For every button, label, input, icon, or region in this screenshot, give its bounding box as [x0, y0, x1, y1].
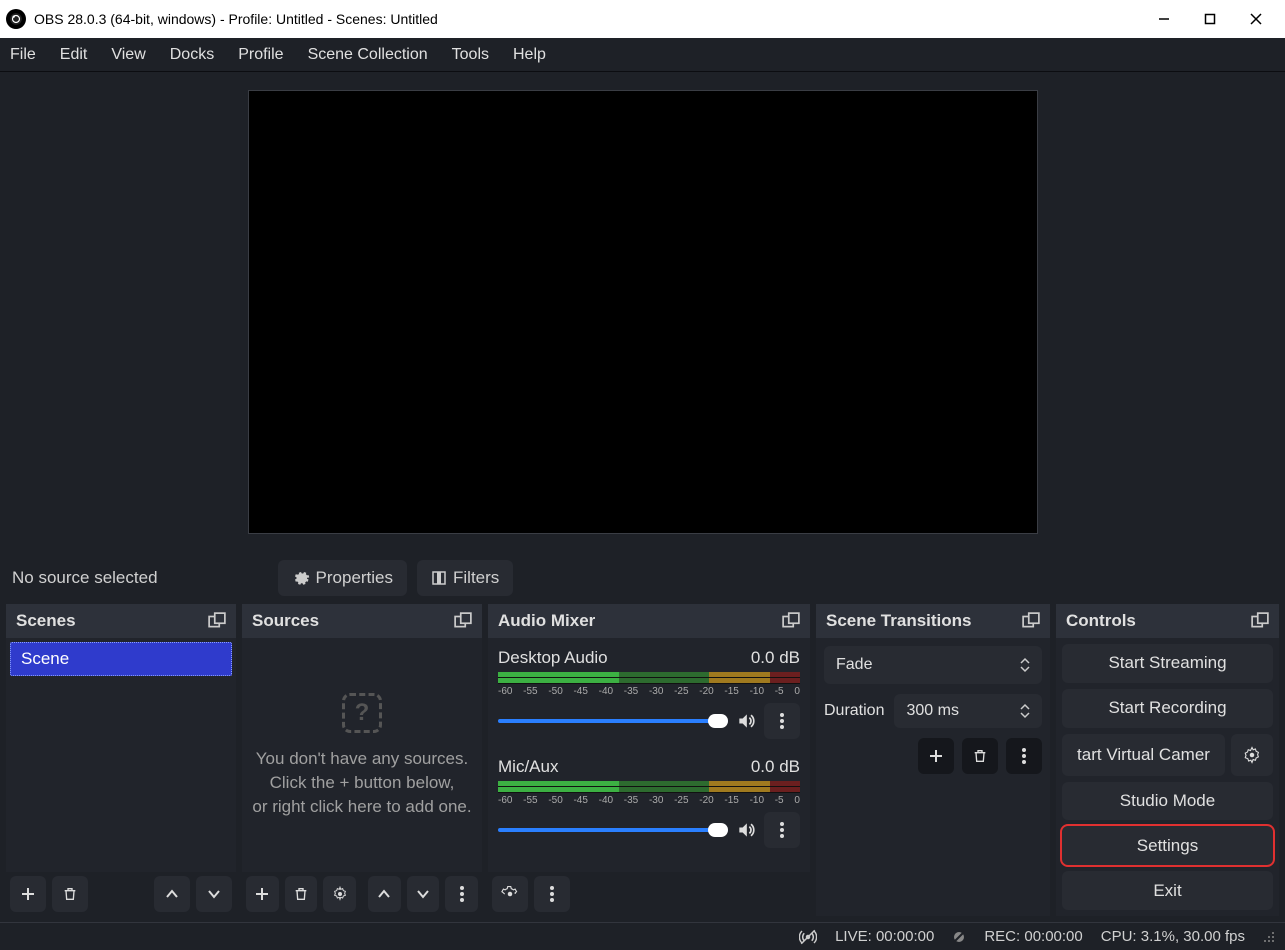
maximize-button[interactable]: [1187, 0, 1233, 38]
speaker-icon[interactable]: [736, 711, 756, 731]
sources-empty-line2: Click the + button below,: [270, 773, 455, 793]
duration-label: Duration: [824, 702, 884, 720]
volume-slider[interactable]: [498, 719, 728, 723]
menu-view[interactable]: View: [111, 46, 145, 64]
audio-advanced-button[interactable]: [492, 876, 528, 912]
remove-scene-button[interactable]: [52, 876, 88, 912]
audio-channel: Desktop Audio 0.0 dB -60-55-50-45-40-35-…: [498, 648, 800, 739]
scenes-dock: Scenes Scene: [6, 604, 236, 916]
popout-icon[interactable]: [782, 612, 800, 630]
properties-label: Properties: [316, 568, 393, 588]
audio-channel-level: 0.0 dB: [751, 757, 800, 777]
live-status: LIVE: 00:00:00: [835, 928, 934, 945]
no-source-label: No source selected: [12, 568, 158, 588]
source-more-button[interactable]: [445, 876, 478, 912]
add-source-button[interactable]: [246, 876, 279, 912]
audio-more-button[interactable]: [534, 876, 570, 912]
filters-label: Filters: [453, 568, 499, 588]
transition-select[interactable]: Fade: [824, 646, 1042, 684]
properties-button[interactable]: Properties: [278, 560, 407, 596]
menu-scene-collection[interactable]: Scene Collection: [308, 46, 428, 64]
obs-logo-icon: [6, 9, 26, 29]
source-toolbar: No source selected Properties Filters: [0, 552, 1285, 604]
sources-empty-line3: or right click here to add one.: [252, 797, 471, 817]
filters-icon: [431, 570, 447, 586]
scene-up-button[interactable]: [154, 876, 190, 912]
duration-spinbox[interactable]: 300 ms: [894, 694, 1042, 728]
sources-dock: Sources ? You don't have any sources. Cl…: [242, 604, 482, 916]
transitions-dock: Scene Transitions Fade Duration 300 ms: [816, 604, 1050, 916]
scenes-title: Scenes: [16, 611, 76, 631]
preview-area: [0, 72, 1285, 552]
start-virtual-camera-button[interactable]: tart Virtual Camer: [1062, 734, 1225, 776]
audio-channel-more-button[interactable]: [764, 812, 800, 848]
controls-title: Controls: [1066, 611, 1136, 631]
start-recording-button[interactable]: Start Recording: [1062, 689, 1273, 728]
menubar: File Edit View Docks Profile Scene Colle…: [0, 38, 1285, 72]
popout-icon[interactable]: [208, 612, 226, 630]
menu-tools[interactable]: Tools: [452, 46, 489, 64]
scene-item[interactable]: Scene: [10, 642, 232, 676]
controls-dock: Controls Start Streaming Start Recording…: [1056, 604, 1279, 916]
remove-source-button[interactable]: [285, 876, 318, 912]
minimize-button[interactable]: [1141, 0, 1187, 38]
gear-icon: [292, 569, 310, 587]
popout-icon[interactable]: [454, 612, 472, 630]
audio-channel-level: 0.0 dB: [751, 648, 800, 668]
scene-down-button[interactable]: [196, 876, 232, 912]
add-transition-button[interactable]: [918, 738, 954, 774]
popout-icon[interactable]: [1022, 612, 1040, 630]
transitions-title: Scene Transitions: [826, 611, 972, 631]
speaker-icon[interactable]: [736, 820, 756, 840]
virtual-camera-settings-button[interactable]: [1231, 734, 1273, 776]
audio-meter: [498, 672, 800, 684]
audio-channel-more-button[interactable]: [764, 703, 800, 739]
popout-icon[interactable]: [1251, 612, 1269, 630]
question-icon: ?: [342, 693, 382, 733]
window-titlebar: OBS 28.0.3 (64-bit, windows) - Profile: …: [0, 0, 1285, 38]
audio-mixer-dock: Audio Mixer Desktop Audio 0.0 dB -60-55-…: [488, 604, 810, 916]
audio-meter: [498, 781, 800, 793]
settings-button[interactable]: Settings: [1062, 826, 1273, 865]
audio-ticks: -60-55-50-45-40-35-30-25-20-15-10-50: [498, 795, 800, 806]
sources-empty-state: ? You don't have any sources. Click the …: [246, 642, 478, 868]
menu-help[interactable]: Help: [513, 46, 546, 64]
audio-mixer-title: Audio Mixer: [498, 611, 595, 631]
menu-docks[interactable]: Docks: [170, 46, 214, 64]
source-down-button[interactable]: [407, 876, 440, 912]
audio-channel: Mic/Aux 0.0 dB -60-55-50-45-40-35-30-25-…: [498, 757, 800, 848]
source-properties-button[interactable]: [323, 876, 356, 912]
cpu-status: CPU: 3.1%, 30.00 fps: [1101, 928, 1245, 945]
menu-edit[interactable]: Edit: [60, 46, 88, 64]
statusbar: LIVE: 00:00:00 REC: 00:00:00 CPU: 3.1%, …: [0, 922, 1285, 950]
studio-mode-button[interactable]: Studio Mode: [1062, 782, 1273, 821]
sources-empty-line1: You don't have any sources.: [256, 749, 468, 769]
close-button[interactable]: [1233, 0, 1279, 38]
audio-channel-name: Mic/Aux: [498, 757, 558, 777]
audio-channel-name: Desktop Audio: [498, 648, 608, 668]
resize-grip-icon[interactable]: [1263, 931, 1275, 943]
menu-file[interactable]: File: [10, 46, 36, 64]
preview-canvas[interactable]: [248, 90, 1038, 534]
window-title: OBS 28.0.3 (64-bit, windows) - Profile: …: [34, 11, 438, 27]
updown-icon: [1020, 703, 1030, 719]
remove-transition-button[interactable]: [962, 738, 998, 774]
exit-button[interactable]: Exit: [1062, 871, 1273, 910]
audio-ticks: -60-55-50-45-40-35-30-25-20-15-10-50: [498, 686, 800, 697]
sources-title: Sources: [252, 611, 319, 631]
source-up-button[interactable]: [368, 876, 401, 912]
rec-icon: [952, 930, 966, 944]
transition-selected: Fade: [836, 656, 872, 674]
broadcast-icon: [799, 928, 817, 946]
start-streaming-button[interactable]: Start Streaming: [1062, 644, 1273, 683]
menu-profile[interactable]: Profile: [238, 46, 283, 64]
transition-more-button[interactable]: [1006, 738, 1042, 774]
volume-slider[interactable]: [498, 828, 728, 832]
add-scene-button[interactable]: [10, 876, 46, 912]
filters-button[interactable]: Filters: [417, 560, 513, 596]
updown-icon: [1020, 657, 1030, 673]
rec-status: REC: 00:00:00: [984, 928, 1082, 945]
duration-value: 300 ms: [906, 702, 958, 720]
